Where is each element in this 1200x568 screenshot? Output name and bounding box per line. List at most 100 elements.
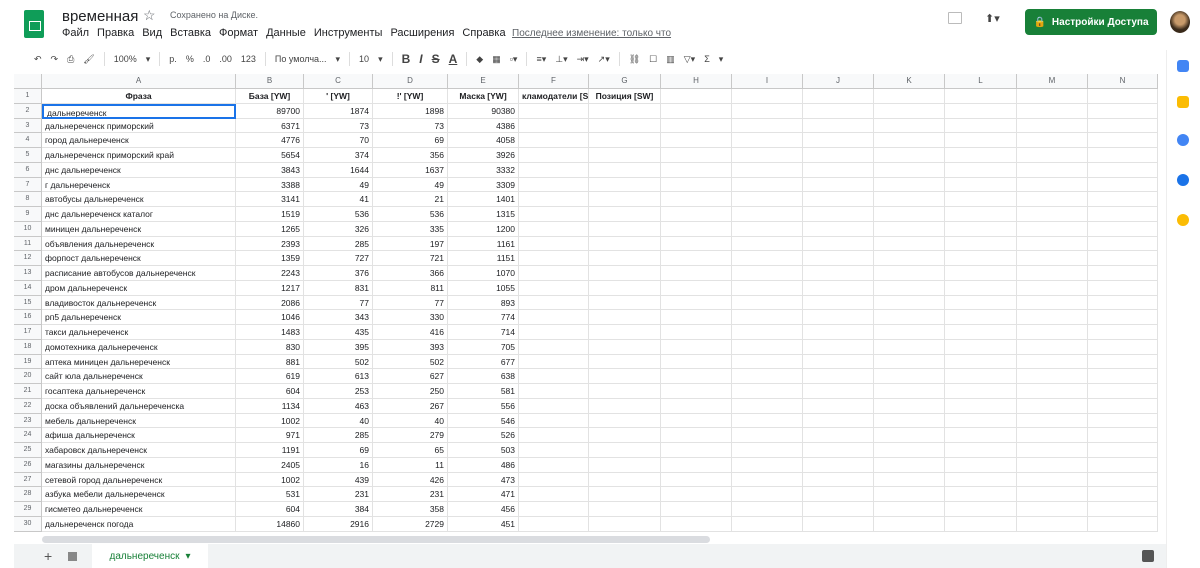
table-cell[interactable] xyxy=(1088,502,1158,517)
functions-button[interactable]: Σ xyxy=(704,54,710,64)
table-cell[interactable] xyxy=(945,295,1017,311)
table-cell[interactable]: 330 xyxy=(373,310,448,325)
table-cell[interactable] xyxy=(1088,207,1158,222)
table-cell[interactable] xyxy=(874,236,945,252)
table-cell[interactable] xyxy=(874,516,945,532)
table-cell[interactable]: аптека миницен дальнереченск xyxy=(42,354,236,370)
column-header[interactable]: E xyxy=(448,74,519,89)
table-cell[interactable] xyxy=(945,177,1017,193)
star-icon[interactable]: ☆ xyxy=(143,7,156,24)
table-cell[interactable] xyxy=(732,384,803,399)
row-header[interactable]: 19 xyxy=(14,354,42,370)
table-cell[interactable] xyxy=(1017,103,1088,119)
table-cell[interactable]: 5654 xyxy=(236,148,304,163)
table-cell[interactable]: 677 xyxy=(448,354,519,370)
table-cell[interactable]: 1191 xyxy=(236,443,304,458)
table-cell[interactable]: мебель дальнереченск xyxy=(42,413,236,429)
table-cell[interactable] xyxy=(874,162,945,178)
table-cell[interactable] xyxy=(519,295,589,311)
table-cell[interactable]: город дальнереченск xyxy=(42,133,236,148)
table-cell[interactable] xyxy=(945,428,1017,443)
table-cell[interactable] xyxy=(874,177,945,193)
table-cell[interactable] xyxy=(589,325,661,340)
header-cell[interactable]: Позиция [SW] xyxy=(589,89,661,104)
table-cell[interactable] xyxy=(945,472,1017,488)
table-cell[interactable] xyxy=(1017,398,1088,414)
table-cell[interactable]: 395 xyxy=(304,339,373,355)
table-cell[interactable]: 531 xyxy=(236,487,304,502)
redo-icon[interactable]: ↷ xyxy=(51,54,59,65)
table-cell[interactable]: 471 xyxy=(448,487,519,502)
table-cell[interactable] xyxy=(945,207,1017,222)
table-cell[interactable] xyxy=(1088,295,1158,311)
table-cell[interactable] xyxy=(1088,354,1158,370)
table-cell[interactable] xyxy=(874,192,945,207)
table-cell[interactable] xyxy=(1017,148,1088,163)
table-cell[interactable]: 830 xyxy=(236,339,304,355)
table-cell[interactable]: 1070 xyxy=(448,266,519,281)
table-cell[interactable] xyxy=(803,398,874,414)
table-cell[interactable]: 456 xyxy=(448,502,519,517)
percent-button[interactable]: % xyxy=(186,54,194,64)
table-cell[interactable] xyxy=(803,502,874,517)
table-cell[interactable] xyxy=(661,384,732,399)
table-cell[interactable] xyxy=(874,221,945,237)
table-cell[interactable]: 65 xyxy=(373,443,448,458)
table-cell[interactable] xyxy=(589,310,661,325)
table-cell[interactable] xyxy=(1088,236,1158,252)
table-cell[interactable] xyxy=(1088,398,1158,414)
table-cell[interactable]: рп5 дальнереченск xyxy=(42,310,236,325)
row-header[interactable]: 28 xyxy=(14,487,42,502)
table-cell[interactable] xyxy=(519,103,589,119)
table-cell[interactable]: 3309 xyxy=(448,177,519,193)
table-cell[interactable]: 3843 xyxy=(236,162,304,178)
table-cell[interactable] xyxy=(1017,266,1088,281)
table-cell[interactable]: доска объявлений дальнереченска xyxy=(42,398,236,414)
table-cell[interactable]: 473 xyxy=(448,472,519,488)
table-cell[interactable] xyxy=(661,413,732,429)
table-cell[interactable] xyxy=(874,133,945,148)
table-cell[interactable] xyxy=(519,457,589,473)
table-cell[interactable]: 1519 xyxy=(236,207,304,222)
table-cell[interactable] xyxy=(945,221,1017,237)
table-cell[interactable] xyxy=(803,162,874,178)
table-cell[interactable] xyxy=(519,148,589,163)
all-sheets-icon[interactable] xyxy=(68,552,77,561)
row-header[interactable]: 15 xyxy=(14,295,42,311)
column-header[interactable]: M xyxy=(1017,74,1088,89)
maps-icon[interactable] xyxy=(1177,214,1189,226)
table-cell[interactable] xyxy=(1088,310,1158,325)
table-cell[interactable]: 526 xyxy=(448,428,519,443)
table-cell[interactable] xyxy=(519,369,589,384)
table-cell[interactable] xyxy=(519,516,589,532)
table-cell[interactable]: 231 xyxy=(304,487,373,502)
row-header[interactable]: 30 xyxy=(14,516,42,532)
table-cell[interactable] xyxy=(945,487,1017,502)
table-cell[interactable] xyxy=(945,162,1017,178)
table-cell[interactable] xyxy=(803,487,874,502)
table-cell[interactable] xyxy=(519,133,589,148)
table-cell[interactable]: 2243 xyxy=(236,266,304,281)
table-cell[interactable]: 1217 xyxy=(236,280,304,296)
table-cell[interactable] xyxy=(732,472,803,488)
table-cell[interactable] xyxy=(589,443,661,458)
table-cell[interactable]: домотехника дальнереченск xyxy=(42,339,236,355)
table-cell[interactable]: 73 xyxy=(373,118,448,134)
currency-button[interactable]: р. xyxy=(169,54,177,64)
table-cell[interactable] xyxy=(803,472,874,488)
table-cell[interactable] xyxy=(661,295,732,311)
table-cell[interactable] xyxy=(945,118,1017,134)
row-header[interactable]: 12 xyxy=(14,251,42,266)
table-cell[interactable]: 366 xyxy=(373,266,448,281)
undo-icon[interactable]: ↶ xyxy=(34,54,42,65)
table-cell[interactable] xyxy=(803,384,874,399)
table-cell[interactable] xyxy=(1088,162,1158,178)
table-cell[interactable]: 41 xyxy=(304,192,373,207)
filter-icon[interactable]: ▽▾ xyxy=(684,54,695,65)
table-cell[interactable]: 426 xyxy=(373,472,448,488)
table-cell[interactable] xyxy=(732,221,803,237)
row-header[interactable]: 6 xyxy=(14,162,42,178)
table-cell[interactable] xyxy=(519,384,589,399)
table-cell[interactable]: 358 xyxy=(373,502,448,517)
table-cell[interactable] xyxy=(519,266,589,281)
